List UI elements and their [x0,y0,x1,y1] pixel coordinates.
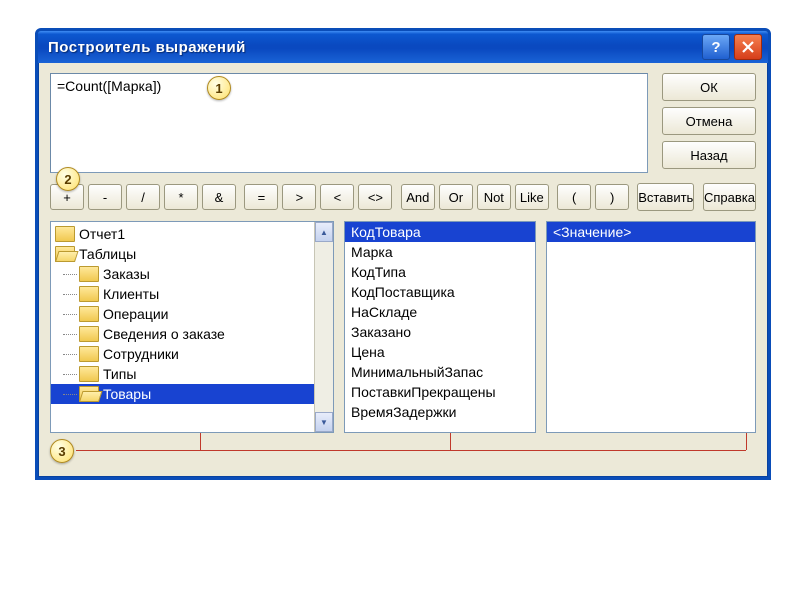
tree-label: Типы [103,366,136,382]
list-item[interactable]: Заказано [345,322,535,342]
tree-item[interactable]: Сотрудники [51,344,333,364]
op-like[interactable]: Like [515,184,549,210]
tree-root-report[interactable]: Отчет1 [51,224,333,244]
tree-label: Отчет1 [79,226,125,242]
help-icon[interactable]: ? [702,34,730,60]
tree-label: Сведения о заказе [103,326,225,342]
op-not[interactable]: Not [477,184,511,210]
tree-item[interactable]: Операции [51,304,333,324]
op-divide[interactable]: / [126,184,160,210]
tree-item[interactable]: Клиенты [51,284,333,304]
tree-label: Операции [103,306,169,322]
list-item[interactable]: КодПоставщика [345,282,535,302]
op-and[interactable]: And [401,184,435,210]
expression-builder-dialog: Построитель выражений ? =Count([Марка]) … [35,28,771,480]
tree-label: Заказы [103,266,150,282]
list-item[interactable]: МинимальныйЗапас [345,362,535,382]
tree-label: Клиенты [103,286,159,302]
op-lt[interactable]: < [320,184,354,210]
list-item[interactable]: НаСкладе [345,302,535,322]
op-amp[interactable]: & [202,184,236,210]
titlebar[interactable]: Построитель выражений ? [38,31,768,63]
tree-item[interactable]: Сведения о заказе [51,324,333,344]
op-multiply[interactable]: * [164,184,198,210]
close-icon[interactable] [734,34,762,60]
insert-button[interactable]: Вставить [637,183,694,211]
fields-panel: КодТовара Марка КодТипа КодПоставщика На… [344,221,536,433]
op-lparen[interactable]: ( [557,184,591,210]
list-item-selected[interactable]: <Значение> [547,222,755,242]
expression-text: =Count([Марка]) [57,78,161,94]
source-tree[interactable]: Отчет1 Таблицы Заказы Клиенты Операции С… [51,222,333,406]
op-gt[interactable]: > [282,184,316,210]
ok-button[interactable]: ОК [662,73,756,101]
op-or[interactable]: Or [439,184,473,210]
tree-item[interactable]: Заказы [51,264,333,284]
cancel-button[interactable]: Отмена [662,107,756,135]
op-eq[interactable]: = [244,184,278,210]
values-list[interactable]: <Значение> [547,222,755,242]
tree-root-tables[interactable]: Таблицы [51,244,333,264]
annotation-3: 3 [50,437,756,465]
source-tree-panel: Отчет1 Таблицы Заказы Клиенты Операции С… [50,221,334,433]
tree-label: Сотрудники [103,346,179,362]
op-neq[interactable]: <> [358,184,392,210]
expression-input[interactable]: =Count([Марка]) 1 [50,73,648,173]
callout-1: 1 [207,76,231,100]
scrollbar[interactable]: ▲ ▼ [314,222,333,432]
tree-label: Товары [103,386,151,402]
scroll-up-icon[interactable]: ▲ [315,222,333,242]
list-item[interactable]: Марка [345,242,535,262]
callout-2: 2 [56,167,80,191]
fields-list[interactable]: КодТовара Марка КодТипа КодПоставщика На… [345,222,535,422]
tree-item[interactable]: Типы [51,364,333,384]
window-title: Построитель выражений [48,39,246,56]
list-item[interactable]: КодТипа [345,262,535,282]
op-minus[interactable]: - [88,184,122,210]
tree-item-selected[interactable]: Товары [51,384,333,404]
scroll-down-icon[interactable]: ▼ [315,412,333,432]
op-rparen[interactable]: ) [595,184,629,210]
help-button[interactable]: Справка [703,183,756,211]
list-item[interactable]: ВремяЗадержки [345,402,535,422]
operator-toolbar: 2 + - / * & = > < <> And Or Not Like ( )… [50,183,756,211]
back-button[interactable]: Назад [662,141,756,169]
list-item[interactable]: Цена [345,342,535,362]
tree-label: Таблицы [79,246,136,262]
callout-3: 3 [50,439,74,463]
values-panel: <Значение> [546,221,756,433]
list-item-selected[interactable]: КодТовара [345,222,535,242]
list-item[interactable]: ПоставкиПрекращены [345,382,535,402]
